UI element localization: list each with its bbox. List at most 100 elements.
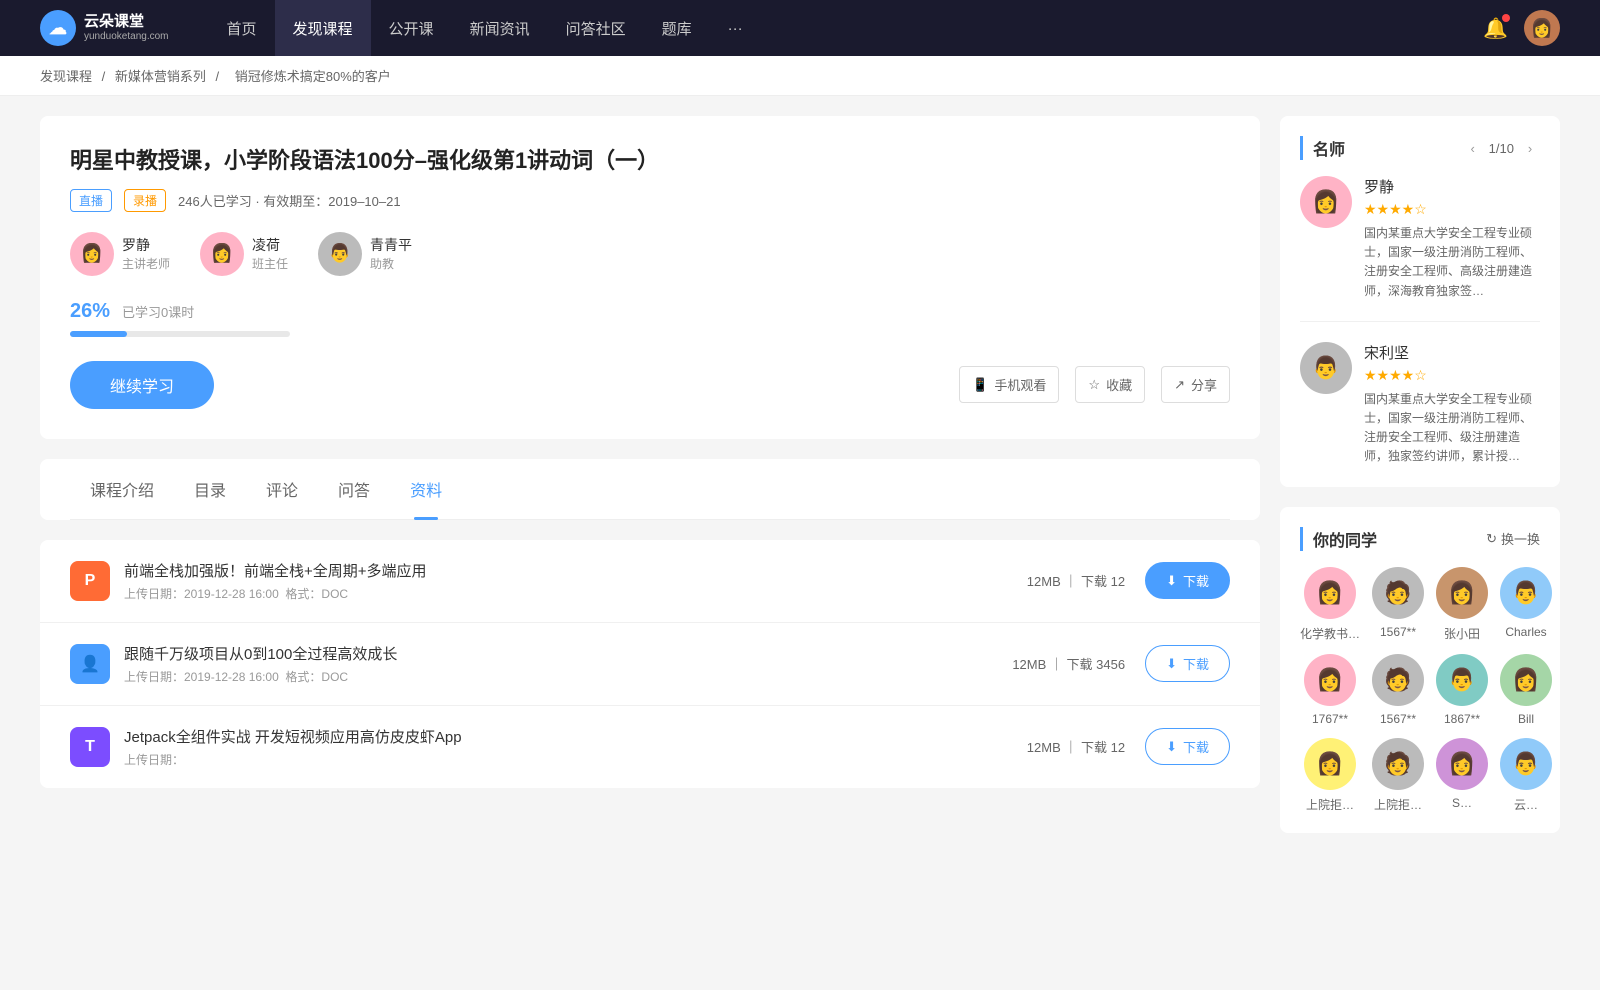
course-title: 明星中教授课，小学阶段语法100分–强化级第1讲动词（一） [70,146,1230,177]
teacher-role-1: 班主任 [252,255,288,272]
share-icon: ↗ [1174,377,1185,393]
breadcrumb-item-series[interactable]: 新媒体营销系列 [115,69,206,84]
resource-meta-2: 上传日期： [124,751,1027,768]
classmates-header: 你的同学 ↻ 换一换 [1300,527,1540,551]
nav-item-qa[interactable]: 问答社区 [548,0,644,56]
classmate-item-3: 👨 Charles [1500,567,1552,642]
classmates-title: 你的同学 [1300,527,1377,551]
course-actions: 继续学习 📱 手机观看 ☆ 收藏 ↗ 分享 [70,361,1230,409]
classmate-name-0: 化学教书… [1300,625,1360,642]
sidebar: 名师 ‹ 1/10 › 👩 罗静 ★★★★☆ 国内某重点大学安全工程专业硕士，国… [1280,116,1560,853]
resource-icon-2: T [70,727,110,767]
tab-catalog[interactable]: 目录 [174,459,246,519]
classmate-name-11: 云… [1514,796,1538,813]
classmate-name-1: 1567** [1380,625,1416,639]
resource-info-2: Jetpack全组件实战 开发短视频应用高仿皮皮虾App 上传日期： [124,726,1027,768]
progress-bar-fill [70,331,127,337]
resource-meta-0: 上传日期：2019-12-28 16:00 格式：DOC [124,585,1027,602]
course-meta-text: 246人已学习 · 有效期至：2019–10–21 [178,191,401,210]
classmate-avatar-8[interactable]: 👩 [1304,738,1356,790]
nav-item-news[interactable]: 新闻资讯 [452,0,548,56]
sidebar-teacher-avatar-0: 👩 [1300,176,1352,228]
tabs-card: 课程介绍 目录 评论 问答 资料 [40,459,1260,520]
classmate-name-5: 1567** [1380,712,1416,726]
badge-live: 直播 [70,189,112,212]
download-button-1[interactable]: ⬇ 下载 [1145,645,1230,682]
tab-qa[interactable]: 问答 [318,459,390,519]
classmate-item-2: 👩 张小田 [1436,567,1488,642]
download-button-0[interactable]: ⬇ 下载 [1145,562,1230,599]
resource-title-1: 跟随千万级项目从0到100全过程高效成长 [124,643,1012,664]
teacher-item-1: 👩 凌荷 班主任 [200,232,288,276]
breadcrumb-item-current: 销冠修炼术搞定80%的客户 [235,69,391,84]
teachers-list: 👩 罗静 主讲老师 👩 凌荷 班主任 [70,232,1230,276]
main-layout: 明星中教授课，小学阶段语法100分–强化级第1讲动词（一） 直播 录播 246人… [0,96,1600,873]
classmate-avatar-6[interactable]: 👨 [1436,654,1488,706]
user-avatar[interactable]: 👩 [1524,10,1560,46]
classmate-item-5: 🧑 1567** [1372,654,1424,726]
teachers-sidebar-title: 名师 [1300,136,1345,160]
classmate-avatar-3[interactable]: 👨 [1500,567,1552,619]
teacher-name-0: 罗静 [122,235,170,255]
classmate-avatar-5[interactable]: 🧑 [1372,654,1424,706]
mobile-icon: 📱 [972,377,988,393]
nav-item-quiz[interactable]: 题库 [644,0,710,56]
teacher-avatar-1: 👩 [200,232,244,276]
breadcrumb-item-discover[interactable]: 发现课程 [40,69,92,84]
nav-item-open[interactable]: 公开课 [371,0,452,56]
teacher-avatar-0: 👩 [70,232,114,276]
resource-icon-1: 👤 [70,644,110,684]
teacher-role-0: 主讲老师 [122,255,170,272]
bell-icon[interactable]: 🔔 [1483,16,1508,41]
teacher-item-2: 👨 青青平 助教 [318,232,412,276]
classmate-name-9: 上院拒… [1374,796,1422,813]
classmate-avatar-11[interactable]: 👨 [1500,738,1552,790]
logo[interactable]: ☁ 云朵课堂 yunduoketang.com [40,10,169,46]
classmate-item-8: 👩 上院拒… [1300,738,1360,813]
classmate-name-6: 1867** [1444,712,1480,726]
teachers-pagination: ‹ 1/10 › [1463,138,1540,158]
nav-menu: 首页 发现课程 公开课 新闻资讯 问答社区 题库 ··· [209,0,1484,56]
download-icon-0: ⬇ [1166,573,1177,589]
resource-item-1: 👤 跟随千万级项目从0到100全过程高效成长 上传日期：2019-12-28 1… [40,623,1260,706]
next-page-button[interactable]: › [1520,138,1540,158]
share-button[interactable]: ↗ 分享 [1161,366,1230,403]
classmate-avatar-2[interactable]: 👩 [1436,567,1488,619]
classmate-item-0: 👩 化学教书… [1300,567,1360,642]
tab-review[interactable]: 评论 [246,459,318,519]
nav-item-discover[interactable]: 发现课程 [275,0,371,56]
classmate-avatar-0[interactable]: 👩 [1304,567,1356,619]
breadcrumb: 发现课程 / 新媒体营销系列 / 销冠修炼术搞定80%的客户 [0,56,1600,96]
prev-page-button[interactable]: ‹ [1463,138,1483,158]
teacher-item-0: 👩 罗静 主讲老师 [70,232,170,276]
classmate-item-11: 👨 云… [1500,738,1552,813]
continue-button[interactable]: 继续学习 [70,361,214,409]
sidebar-teacher-name-1: 宋利坚 [1364,342,1540,363]
mobile-watch-button[interactable]: 📱 手机观看 [959,366,1059,403]
classmate-item-6: 👨 1867** [1436,654,1488,726]
resource-info-0: 前端全栈加强版！前端全栈+全周期+多端应用 上传日期：2019-12-28 16… [124,560,1027,602]
classmate-item-9: 🧑 上院拒… [1372,738,1424,813]
tab-intro[interactable]: 课程介绍 [70,459,174,519]
refresh-button[interactable]: ↻ 换一换 [1486,529,1540,548]
classmate-name-4: 1767** [1312,712,1348,726]
teacher-name-2: 青青平 [370,235,412,255]
download-button-2[interactable]: ⬇ 下载 [1145,728,1230,765]
resource-info-1: 跟随千万级项目从0到100全过程高效成长 上传日期：2019-12-28 16:… [124,643,1012,685]
progress-label: 已学习0课时 [122,302,194,321]
logo-text: 云朵课堂 yunduoketang.com [84,13,169,43]
nav-item-more[interactable]: ··· [710,0,761,56]
classmate-avatar-9[interactable]: 🧑 [1372,738,1424,790]
classmate-avatar-7[interactable]: 👩 [1500,654,1552,706]
resource-stats-1: 12MB ｜ 下载 3456 [1012,654,1125,673]
classmate-name-3: Charles [1505,625,1546,639]
classmate-avatar-1[interactable]: 🧑 [1372,567,1424,619]
tab-resources[interactable]: 资料 [390,459,462,519]
progress-section: 26% 已学习0课时 [70,300,1230,337]
course-card: 明星中教授课，小学阶段语法100分–强化级第1讲动词（一） 直播 录播 246人… [40,116,1260,439]
nav-item-home[interactable]: 首页 [209,0,275,56]
classmate-avatar-4[interactable]: 👩 [1304,654,1356,706]
badge-rec: 录播 [124,189,166,212]
collect-button[interactable]: ☆ 收藏 [1075,366,1145,403]
classmate-avatar-10[interactable]: 👩 [1436,738,1488,790]
